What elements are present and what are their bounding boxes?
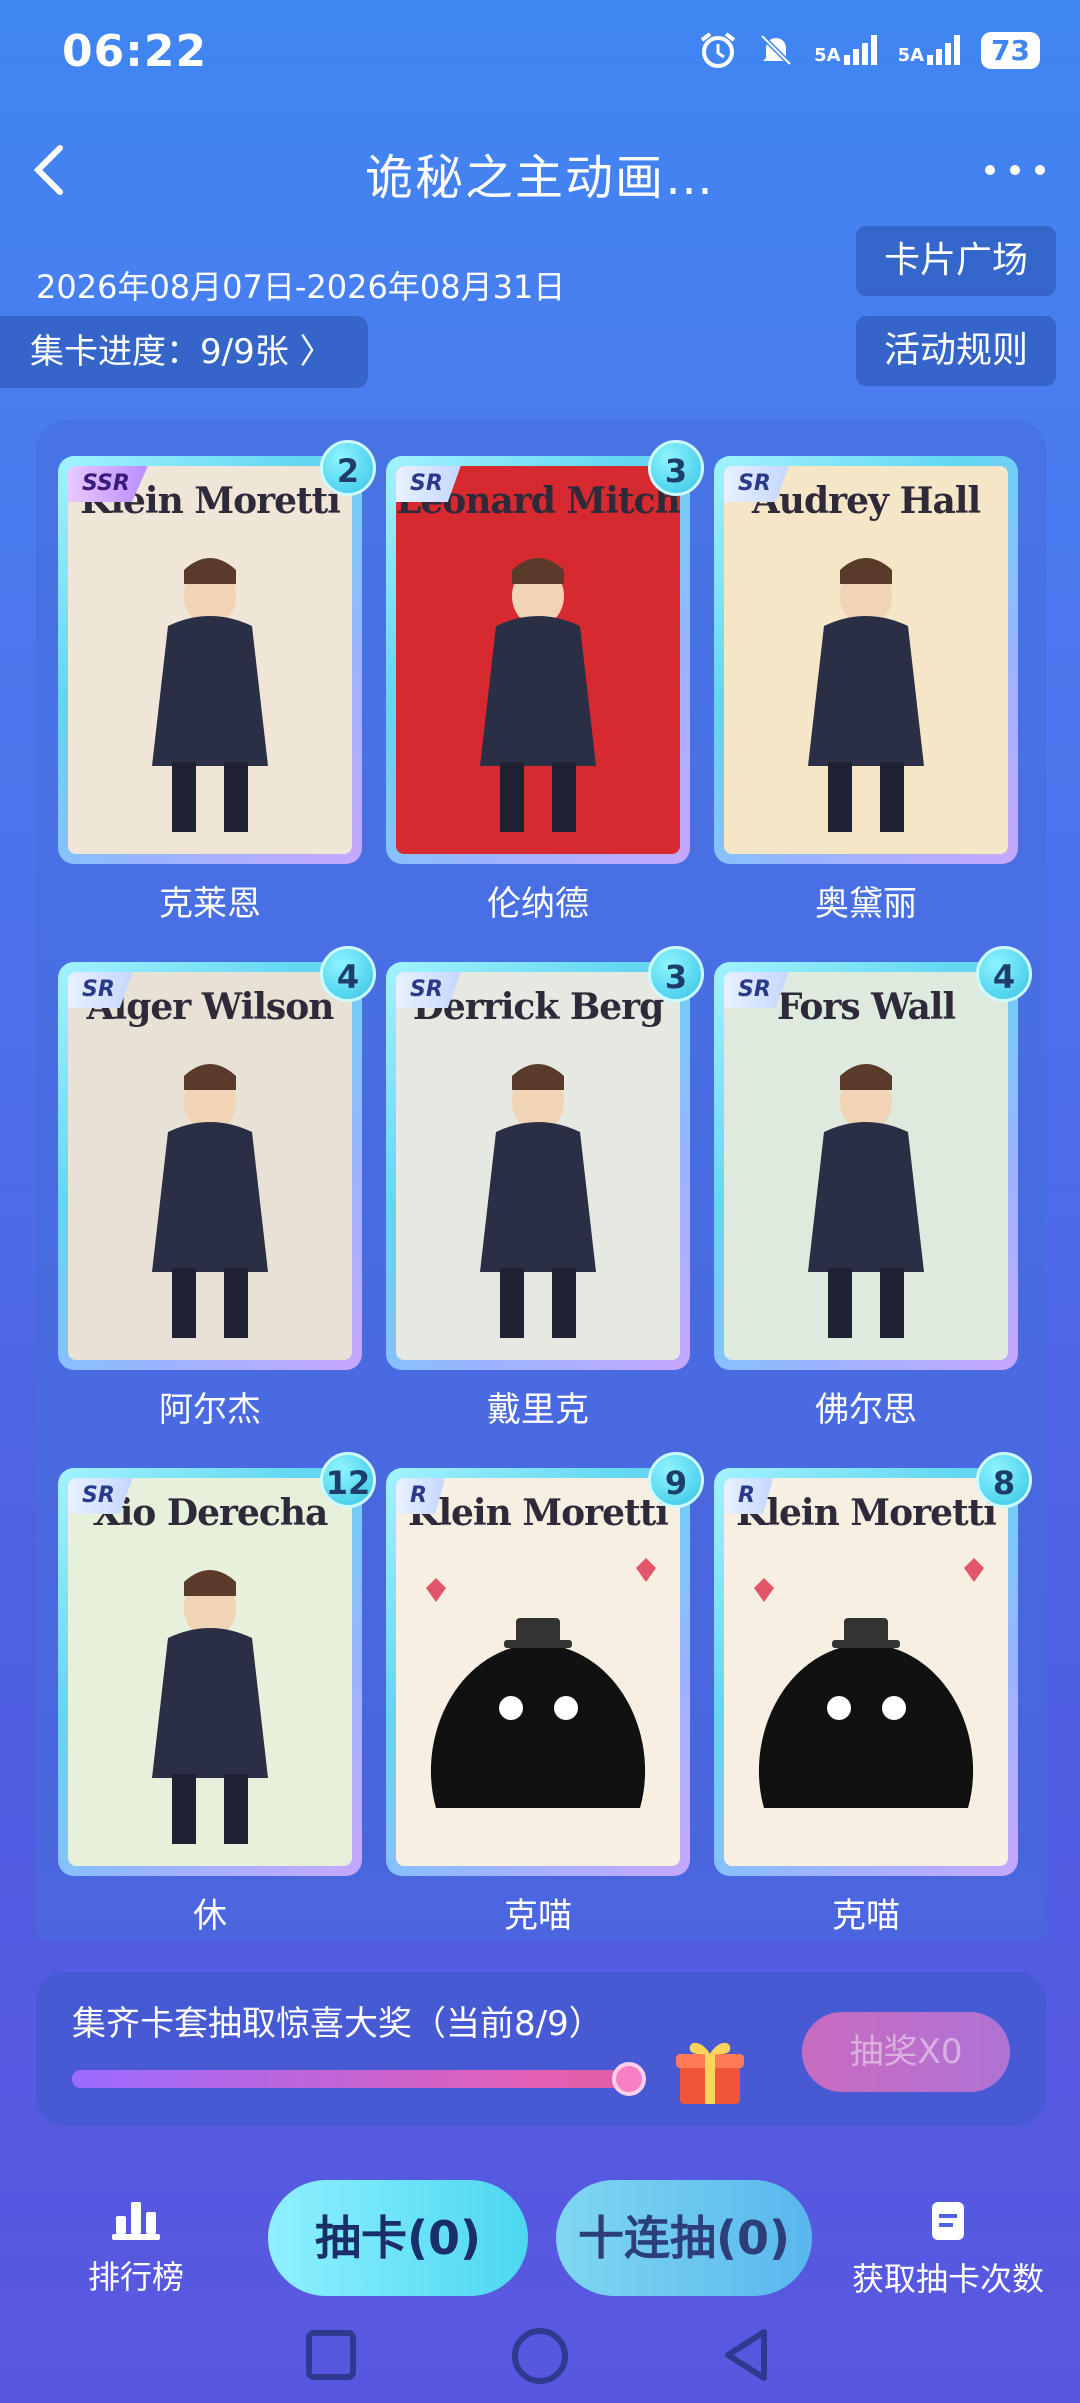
prize-description: 集齐卡套抽取惊喜大奖（当前8/9） [72, 2004, 603, 2044]
ten-draw-button[interactable]: 十连抽(0) [556, 2180, 812, 2296]
character-card[interactable]: Fors Wall SR 4 [714, 946, 1032, 1370]
home-button[interactable] [512, 2328, 568, 2384]
mute-bell-icon [760, 34, 792, 66]
card-artwork: Xio Derecha SR [68, 1478, 352, 1866]
character-card[interactable]: Klein Moretti SSR 2 [58, 440, 376, 864]
card-illustration [426, 1558, 656, 1808]
character-card[interactable]: Xio Derecha SR 12 [58, 1452, 376, 1876]
card-name: 阿尔杰 [159, 1390, 261, 1430]
card-name: 戴里克 [487, 1390, 589, 1430]
signal-bars-icon [843, 35, 877, 65]
card-grid-panel: Klein MorettiSSR2克莱恩Leonard MitchellSR3伦… [36, 420, 1046, 1940]
more-button[interactable] [980, 150, 1050, 190]
card-illustration [152, 1064, 268, 1338]
card-illustration [808, 558, 924, 832]
character-card[interactable]: Leonard MitchellSR3 [386, 440, 704, 864]
card-name: 克喵 [504, 1896, 572, 1936]
card-count-badge: 9 [648, 1452, 704, 1508]
card-artwork: Klein Moretti R [724, 1478, 1008, 1866]
get-draws-tab[interactable]: 获取抽卡次数 [848, 2200, 1048, 2300]
card-name: 克喵 [832, 1896, 900, 1936]
card-count-badge: 12 [320, 1452, 376, 1508]
card-count-badge: 8 [976, 1452, 1032, 1508]
card-illustration [480, 558, 596, 832]
bottom-action-bar: 排行榜 抽卡(0) 十连抽(0) 获取抽卡次数 [0, 2160, 1080, 2300]
character-card[interactable]: Klein Moretti R 8 [714, 1452, 1032, 1876]
sim1-label: 5A [814, 45, 841, 66]
card-artwork: Audrey Hall SR [724, 466, 1008, 854]
card-name: 休 [193, 1896, 227, 1936]
event-rules-button[interactable]: 活动规则 [855, 316, 1056, 386]
card-artwork: Leonard MitchellSR [396, 466, 680, 854]
gift-box-icon [676, 2042, 744, 2104]
card-count-badge: 3 [648, 946, 704, 1002]
character-card[interactable]: Audrey Hall SR [714, 456, 1018, 864]
more-dots-icon [985, 165, 1045, 175]
card-name: 佛尔思 [815, 1390, 917, 1430]
card-name: 克莱恩 [159, 884, 261, 924]
nav-back-triangle-icon[interactable] [720, 2326, 772, 2384]
draw-card-button[interactable]: 抽卡(0) [268, 2180, 528, 2296]
sim2-label: 5A [897, 45, 925, 66]
card-illustration [152, 1570, 268, 1844]
leaderboard-label: 排行榜 [87, 2258, 184, 2296]
event-date-range: 2026年08月07日-2026年08月31日 [36, 268, 566, 306]
character-card[interactable]: Alger Wilson SR 4 [58, 946, 376, 1370]
header: 诡秘之主动画… [0, 120, 1080, 220]
card-name: 奥黛丽 [815, 884, 917, 924]
prize-progress-bar [72, 2070, 632, 2088]
lottery-button[interactable]: 抽奖X0 [802, 2012, 1010, 2092]
card-count-badge: 3 [648, 440, 704, 496]
get-draws-label: 获取抽卡次数 [851, 2260, 1044, 2298]
card-artwork: Derrick Berg SR [396, 972, 680, 1360]
card-artwork: Alger Wilson SR [68, 972, 352, 1360]
card-count-badge: 4 [320, 946, 376, 1002]
leaderboard-tab[interactable]: 排行榜 [76, 2200, 196, 2298]
signal-sim1: 5A [814, 35, 879, 65]
recent-apps-button[interactable] [306, 2330, 356, 2380]
card-count-badge: 4 [976, 946, 1032, 1002]
document-icon [932, 2202, 964, 2240]
status-bar: 06:22 5A 5A 73 [0, 0, 1080, 110]
card-illustration [808, 1064, 924, 1338]
signal-bars-icon [927, 35, 961, 65]
prize-progress-knob [612, 2062, 646, 2096]
card-count-badge: 2 [320, 440, 376, 496]
leaderboard-icon [112, 2202, 160, 2240]
status-icons: 5A 5A 73 [698, 30, 1040, 70]
card-artwork: Klein Moretti R [396, 1478, 680, 1866]
page-title: 诡秘之主动画… [364, 150, 715, 206]
card-illustration [754, 1558, 984, 1808]
prize-section: 集齐卡套抽取惊喜大奖（当前8/9） 抽奖X0 [36, 1972, 1046, 2126]
alarm-icon [700, 32, 736, 68]
system-nav-bar [0, 2310, 1080, 2403]
card-plaza-button[interactable]: 卡片广场 [855, 226, 1056, 296]
status-time: 06:22 [62, 26, 208, 77]
prize-progress-fill [72, 2070, 571, 2088]
card-illustration [480, 1064, 596, 1338]
battery-indicator: 73 [981, 31, 1040, 69]
signal-sim2: 5A [898, 35, 963, 65]
character-card[interactable]: Klein Moretti R 9 [386, 1452, 704, 1876]
card-illustration [152, 558, 268, 832]
character-card[interactable]: Derrick Berg SR 3 [386, 946, 704, 1370]
collection-progress-button[interactable]: 集卡进度：9/9张 〉 [0, 316, 368, 388]
card-artwork: Fors Wall SR [724, 972, 1008, 1360]
card-name: 伦纳德 [487, 884, 589, 924]
card-artwork: Klein Moretti SSR [68, 466, 352, 854]
